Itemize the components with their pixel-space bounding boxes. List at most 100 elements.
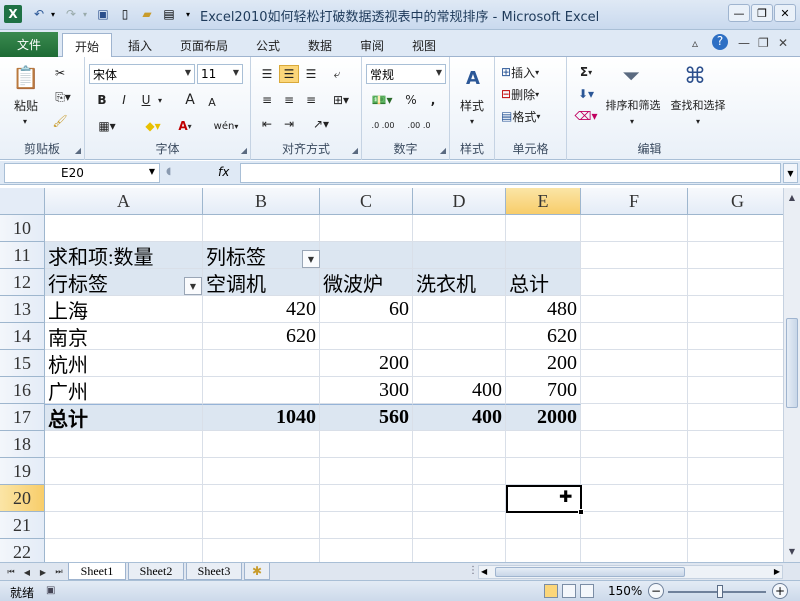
prev-sheet-icon[interactable]: ◀ bbox=[20, 565, 34, 579]
column-header-b[interactable]: B bbox=[203, 188, 320, 215]
cell-g15[interactable] bbox=[688, 350, 783, 377]
styles-icon[interactable]: A bbox=[457, 63, 489, 93]
row-header-11[interactable]: 11 bbox=[0, 242, 45, 269]
formula-input[interactable] bbox=[240, 163, 781, 183]
cell-g20[interactable] bbox=[688, 485, 783, 512]
bold-button[interactable]: B bbox=[93, 91, 111, 109]
cell-c16[interactable]: 300 bbox=[320, 377, 413, 404]
copy-icon[interactable]: ⎘▾ bbox=[52, 89, 74, 105]
tab-file[interactable]: 文件 bbox=[0, 32, 58, 57]
cell-b15[interactable] bbox=[203, 350, 320, 377]
cell-a11[interactable]: 求和项:数量 bbox=[45, 242, 203, 269]
cell-b16[interactable] bbox=[203, 377, 320, 404]
cell-f13[interactable] bbox=[581, 296, 688, 323]
sort-filter-dropdown-icon[interactable]: ▾ bbox=[625, 115, 639, 127]
fill-icon[interactable]: ⬇▾ bbox=[571, 85, 601, 103]
cell-e19[interactable] bbox=[506, 458, 581, 485]
fill-handle[interactable] bbox=[578, 509, 584, 515]
cut-icon[interactable]: ✂ bbox=[52, 65, 68, 81]
cell-g11[interactable] bbox=[688, 242, 783, 269]
align-bottom-icon[interactable]: ☰ bbox=[301, 65, 321, 83]
cell-b13[interactable]: 420 bbox=[203, 296, 320, 323]
cell-f14[interactable] bbox=[581, 323, 688, 350]
insert-function-button[interactable]: fx bbox=[218, 165, 229, 179]
cell-c22[interactable] bbox=[320, 539, 413, 562]
cell-d10[interactable] bbox=[413, 215, 506, 242]
redo-icon[interactable]: ↷ bbox=[62, 5, 80, 23]
format-painter-icon[interactable]: 🖌 bbox=[52, 113, 68, 129]
tab-data[interactable]: 数据 bbox=[298, 33, 342, 57]
cell-a22[interactable] bbox=[45, 539, 203, 562]
cell-e11[interactable] bbox=[506, 242, 581, 269]
chevron-down-icon[interactable]: ▼ bbox=[436, 68, 442, 77]
alignment-launcher-icon[interactable]: ◢ bbox=[352, 146, 358, 155]
tab-review[interactable]: 审阅 bbox=[350, 33, 394, 57]
row-header-22[interactable]: 22 bbox=[0, 539, 45, 562]
underline-dropdown-icon[interactable]: ▾ bbox=[155, 91, 165, 109]
horizontal-scrollbar[interactable]: ◀ ▶ bbox=[478, 565, 783, 579]
cell-g16[interactable] bbox=[688, 377, 783, 404]
expand-formula-bar-icon[interactable]: ▼ bbox=[783, 163, 798, 183]
cell-f12[interactable] bbox=[581, 269, 688, 296]
cell-d12[interactable]: 洗衣机 bbox=[413, 269, 506, 296]
autosum-button[interactable]: Σ ▾ bbox=[571, 63, 601, 81]
cell-e16[interactable]: 700 bbox=[506, 377, 581, 404]
zoom-in-button[interactable]: + bbox=[772, 583, 788, 599]
scroll-up-icon[interactable]: ▲ bbox=[786, 190, 798, 204]
save-icon[interactable]: ▣ bbox=[94, 5, 112, 23]
cell-g19[interactable] bbox=[688, 458, 783, 485]
name-box[interactable]: E20 ▼ bbox=[4, 163, 160, 183]
cell-b17[interactable]: 1040 bbox=[203, 404, 320, 431]
chevron-down-icon[interactable]: ▼ bbox=[233, 68, 239, 77]
cell-d20[interactable] bbox=[413, 485, 506, 512]
chevron-down-icon[interactable]: ▼ bbox=[149, 167, 155, 176]
cell-f18[interactable] bbox=[581, 431, 688, 458]
delete-cells-button[interactable]: ⊟ 删除 ▾ bbox=[501, 85, 563, 103]
italic-button[interactable]: I bbox=[115, 91, 133, 109]
tab-page-layout[interactable]: 页面布局 bbox=[172, 33, 236, 57]
binoculars-icon[interactable]: ⌘ bbox=[679, 61, 711, 91]
cell-a15[interactable]: 杭州 bbox=[45, 350, 203, 377]
scroll-left-icon[interactable]: ◀ bbox=[481, 567, 487, 576]
zoom-out-button[interactable]: − bbox=[648, 583, 664, 599]
undo-icon[interactable]: ↶ bbox=[30, 5, 48, 23]
cell-c15[interactable]: 200 bbox=[320, 350, 413, 377]
orientation-icon[interactable]: ↗▾ bbox=[307, 115, 335, 133]
cell-f17[interactable] bbox=[581, 404, 688, 431]
cell-a14[interactable]: 南京 bbox=[45, 323, 203, 350]
font-name-combo[interactable]: 宋体 ▼ bbox=[89, 64, 195, 84]
first-sheet-icon[interactable]: ⏮ bbox=[4, 565, 18, 579]
cell-c18[interactable] bbox=[320, 431, 413, 458]
cell-d21[interactable] bbox=[413, 512, 506, 539]
zoom-slider-thumb[interactable] bbox=[717, 585, 723, 598]
clipboard-launcher-icon[interactable]: ◢ bbox=[75, 146, 81, 155]
styles-button[interactable]: 样式 bbox=[452, 97, 492, 113]
undo-dropdown-icon[interactable]: ▾ bbox=[48, 5, 58, 23]
cell-b14[interactable]: 620 bbox=[203, 323, 320, 350]
cell-f15[interactable] bbox=[581, 350, 688, 377]
row-header-19[interactable]: 19 bbox=[0, 458, 45, 485]
cell-g14[interactable] bbox=[688, 323, 783, 350]
sort-filter-button[interactable]: 排序和筛选 bbox=[601, 97, 665, 113]
row-header-17[interactable]: 17 bbox=[0, 404, 45, 431]
page-layout-view-icon[interactable] bbox=[562, 584, 576, 598]
cell-e18[interactable] bbox=[506, 431, 581, 458]
merge-center-icon[interactable]: ⊞▾ bbox=[327, 91, 355, 109]
row-header-18[interactable]: 18 bbox=[0, 431, 45, 458]
find-select-dropdown-icon[interactable]: ▾ bbox=[691, 115, 705, 127]
cell-f21[interactable] bbox=[581, 512, 688, 539]
vertical-scroll-thumb[interactable] bbox=[786, 318, 798, 408]
cell-e17[interactable]: 2000 bbox=[506, 404, 581, 431]
cell-e14[interactable]: 620 bbox=[506, 323, 581, 350]
cell-g10[interactable] bbox=[688, 215, 783, 242]
cell-b21[interactable] bbox=[203, 512, 320, 539]
cell-g17[interactable] bbox=[688, 404, 783, 431]
cell-a17[interactable]: 总计 bbox=[45, 404, 203, 431]
row-header-21[interactable]: 21 bbox=[0, 512, 45, 539]
column-header-f[interactable]: F bbox=[581, 188, 688, 215]
print-preview-icon[interactable]: ▤ bbox=[160, 5, 178, 23]
minimize-icon[interactable]: — bbox=[728, 4, 750, 22]
cell-d19[interactable] bbox=[413, 458, 506, 485]
column-header-e[interactable]: E bbox=[506, 188, 581, 215]
cell-a16[interactable]: 广州 bbox=[45, 377, 203, 404]
